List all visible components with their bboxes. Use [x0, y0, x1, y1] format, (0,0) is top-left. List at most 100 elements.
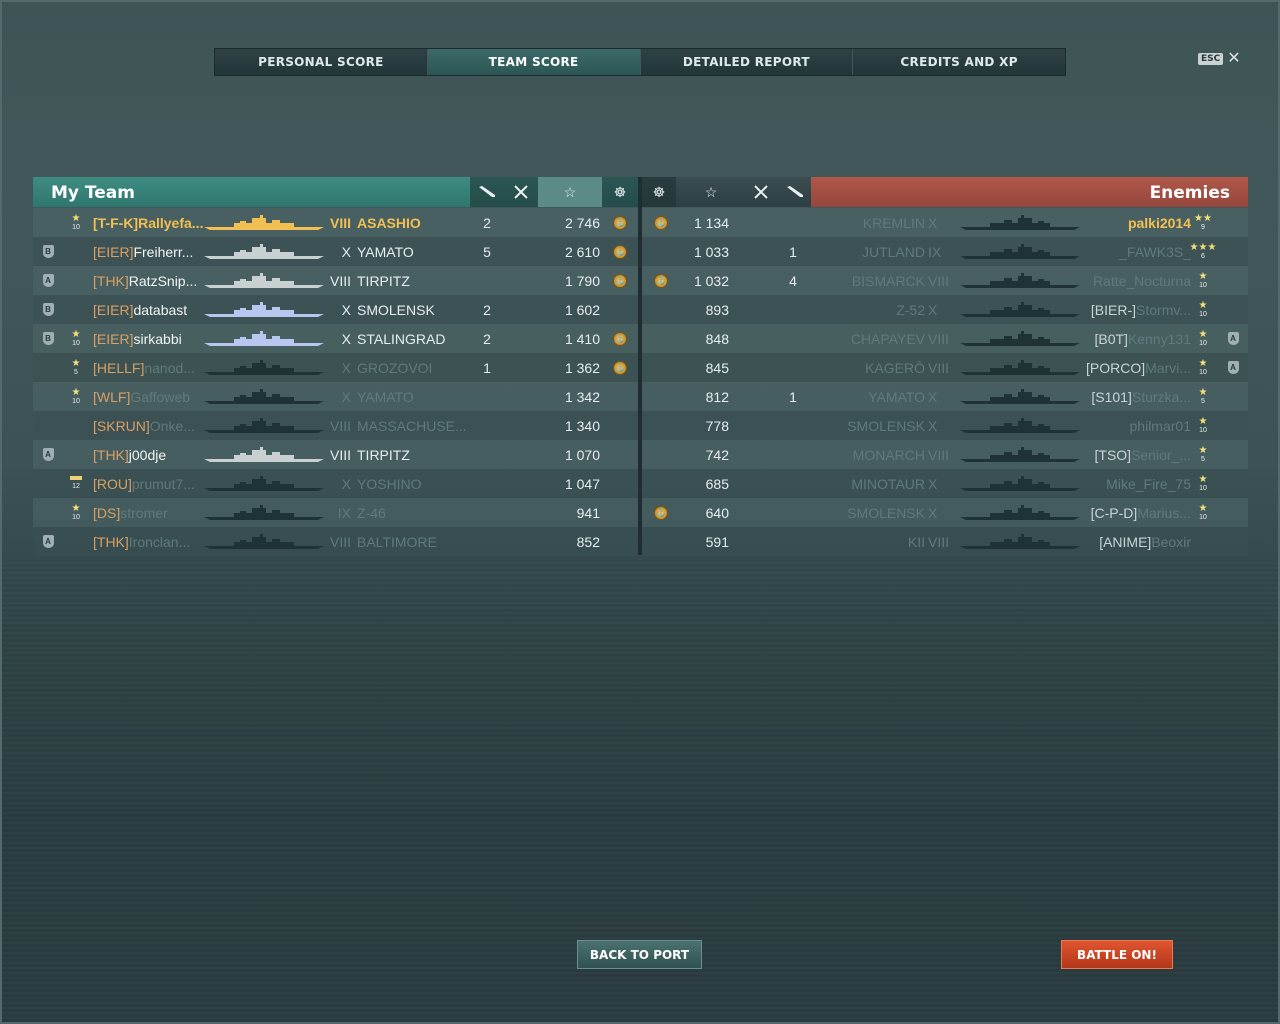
torpedo-icon[interactable]: [470, 177, 504, 207]
score-table: ★ 10 [T-F-K] Rallyefa... VIII ASASHIO 2 2 746 ⚓ ⚓…: [33, 208, 1248, 556]
division-badge: A: [1226, 353, 1240, 382]
ship-name: BISMARCK: [851, 272, 925, 289]
base-xp: 2 610: [564, 243, 600, 260]
rank-indicator: ★★★ 6: [1190, 237, 1217, 266]
division-badge: A: [41, 266, 55, 295]
planes-shot-icon[interactable]: [744, 177, 778, 207]
player-name[interactable]: philmar01: [1073, 411, 1191, 440]
player-name[interactable]: Mike_Fire_75: [1073, 469, 1191, 498]
battle-on-button[interactable]: BATTLE ON!: [1061, 940, 1173, 969]
base-xp: 685: [705, 475, 729, 492]
clan-tag: [HELLF]: [93, 359, 145, 376]
player-name[interactable]: [EIER] Freiherr...: [93, 237, 205, 266]
player-name[interactable]: [WLF] Gaffoweb: [93, 382, 205, 411]
player-name[interactable]: [THK] Ironclan...: [93, 527, 205, 556]
table-row[interactable]: ★ 10 [DS] stromer IX Z-46 941 ⚓ 640 SMOLENSK X [C-P…: [33, 498, 1248, 527]
table-row[interactable]: B [EIER] databast X SMOLENSK 2 1 602 893 Z-52 X [B…: [33, 295, 1248, 324]
close-icon[interactable]: ✕: [1227, 51, 1240, 67]
rank-indicator: ★ 10: [1196, 411, 1210, 440]
rank-indicator: ★ 10: [1196, 266, 1210, 295]
player-name[interactable]: [S101] Sturzka...: [1073, 382, 1191, 411]
rank-indicator: ★ 10: [1196, 324, 1210, 353]
player-name[interactable]: [B0T] Kenny131: [1073, 324, 1191, 353]
player-name[interactable]: [THK] j00dje: [93, 440, 205, 469]
player-name[interactable]: [EIER] databast: [93, 295, 205, 324]
table-row[interactable]: ★ 10 [T-F-K] Rallyefa... VIII ASASHIO 2 2 746 ⚓ ⚓…: [33, 208, 1248, 237]
table-row[interactable]: [SKRUN] Onke... VIII MASSACHUSE... 1 340 778 S…: [33, 411, 1248, 440]
ship-silhouette: [957, 440, 1082, 469]
table-row[interactable]: A [THK] j00dje VIII TIRPITZ 1 070 742 MONARCH VI…: [33, 440, 1248, 469]
ship-silhouette-icon: [959, 359, 1080, 375]
anchor-medal-icon[interactable]: ☸: [642, 177, 676, 207]
ship-silhouette: [957, 353, 1082, 382]
tab-credits-and-xp[interactable]: CREDITS AND XP: [853, 49, 1065, 75]
clan-tag: [EIER]: [93, 243, 134, 260]
table-row[interactable]: A [THK] RatzSnip... VIII TIRPITZ 1 790 ⚓ ⚓ 1 032…: [33, 266, 1248, 295]
tab-personal-score[interactable]: PERSONAL SCORE: [215, 49, 428, 75]
star-icon[interactable]: ☆: [538, 177, 602, 207]
player-name[interactable]: [THK] RatzSnip...: [93, 266, 205, 295]
clan-tag: [T-F-K]: [93, 214, 139, 231]
kills-count: [778, 324, 808, 353]
tab-detailed-report[interactable]: DETAILED REPORT: [640, 49, 854, 75]
player-nickname: Mike_Fire_75: [1106, 475, 1191, 492]
close-button[interactable]: ESC ✕: [1198, 51, 1241, 67]
ship-silhouette-icon: [959, 301, 1080, 317]
enemies-title-bar: Enemies: [811, 177, 1248, 207]
star-icon[interactable]: ☆: [694, 177, 728, 207]
player-name[interactable]: Ratte_Nocturna: [1073, 266, 1191, 295]
player-name[interactable]: [ANIME] Beoxir: [1073, 527, 1191, 556]
division-badge-icon: A: [42, 274, 54, 287]
ship-tier: X: [928, 388, 938, 405]
player-name[interactable]: [T-F-K] Rallyefa...: [93, 208, 205, 237]
kills-count: [778, 469, 808, 498]
ship-silhouette-icon: [959, 243, 1080, 259]
table-row[interactable]: ★ 10 [WLF] Gaffoweb X YAMATO 1 342 812 1 YAMATO X[…: [33, 382, 1248, 411]
rank-star-icon: ★: [1198, 415, 1208, 427]
player-name[interactable]: [HELLF] nanod...: [93, 353, 205, 382]
table-row[interactable]: B ★ 10 [EIER] sirkabbi X STALINGRAD 2 1 410 ⚓ 848 C…: [33, 324, 1248, 353]
ship-silhouette-icon: [204, 330, 324, 346]
ship-name: YOSHINO: [357, 475, 422, 492]
ship-silhouette-icon: [959, 475, 1080, 491]
ship-silhouette: [957, 208, 1082, 237]
ship-tier: X: [341, 359, 351, 376]
tab-team-score[interactable]: TEAM SCORE: [427, 49, 641, 75]
planes-shot-icon[interactable]: [504, 177, 538, 207]
rank-bar-icon: [70, 476, 82, 480]
division-badge: B: [41, 324, 55, 353]
kills-count: [473, 411, 501, 440]
player-name[interactable]: palki2014: [1073, 208, 1191, 237]
kills-count: 1: [789, 243, 797, 260]
rank-number: 10: [1199, 426, 1207, 434]
player-name[interactable]: [PORCO] Marvi...: [1073, 353, 1191, 382]
player-name[interactable]: _FAWK3S_: [1073, 237, 1191, 266]
ship-silhouette-icon: [959, 214, 1080, 230]
torpedo-icon[interactable]: [778, 177, 812, 207]
player-name[interactable]: [SKRUN] Onke...: [93, 411, 205, 440]
base-xp: 812: [705, 388, 729, 405]
table-row[interactable]: B [EIER] Freiherr... X YAMATO 5 2 610 ⚓ 1 033 1 JU…: [33, 237, 1248, 266]
player-name[interactable]: [EIER] sirkabbi: [93, 324, 205, 353]
ship-tier: X: [341, 243, 351, 260]
player-name[interactable]: [TSO] Senior_...: [1073, 440, 1192, 469]
player-name[interactable]: [ROU] prumut7...: [93, 469, 205, 498]
table-row[interactable]: A [THK] Ironclan... VIII BALTIMORE 852 591 KII V…: [33, 527, 1248, 556]
player-nickname: stromer: [120, 504, 168, 521]
player-name[interactable]: [DS] stromer: [93, 498, 205, 527]
ship-silhouette-icon: [959, 272, 1080, 288]
clan-tag: [PORCO]: [1085, 359, 1146, 376]
player-name[interactable]: [C-P-D] Marius...: [1073, 498, 1191, 527]
player-name[interactable]: [BIER-] Stormv...: [1073, 295, 1191, 324]
division-badge: A: [1226, 324, 1240, 353]
anchor-medal-icon[interactable]: ☸: [602, 177, 638, 207]
kills-count: [473, 440, 501, 469]
back-to-port-button[interactable]: BACK TO PORT: [577, 940, 702, 969]
table-row[interactable]: ★ 5 [HELLF] nanod... X GROZOVOI 1 1 362 ⚓ 845 KAGE…: [33, 353, 1248, 382]
base-xp: 941: [576, 504, 600, 521]
ship-name: Z-46: [357, 504, 386, 521]
kills-count: [778, 440, 808, 469]
player-nickname: prumut7...: [131, 475, 195, 492]
rank-star-icon: ★: [1198, 299, 1208, 311]
table-row[interactable]: 12 [ROU] prumut7... X YOSHINO 1 047 685 MINOTAU…: [33, 469, 1248, 498]
